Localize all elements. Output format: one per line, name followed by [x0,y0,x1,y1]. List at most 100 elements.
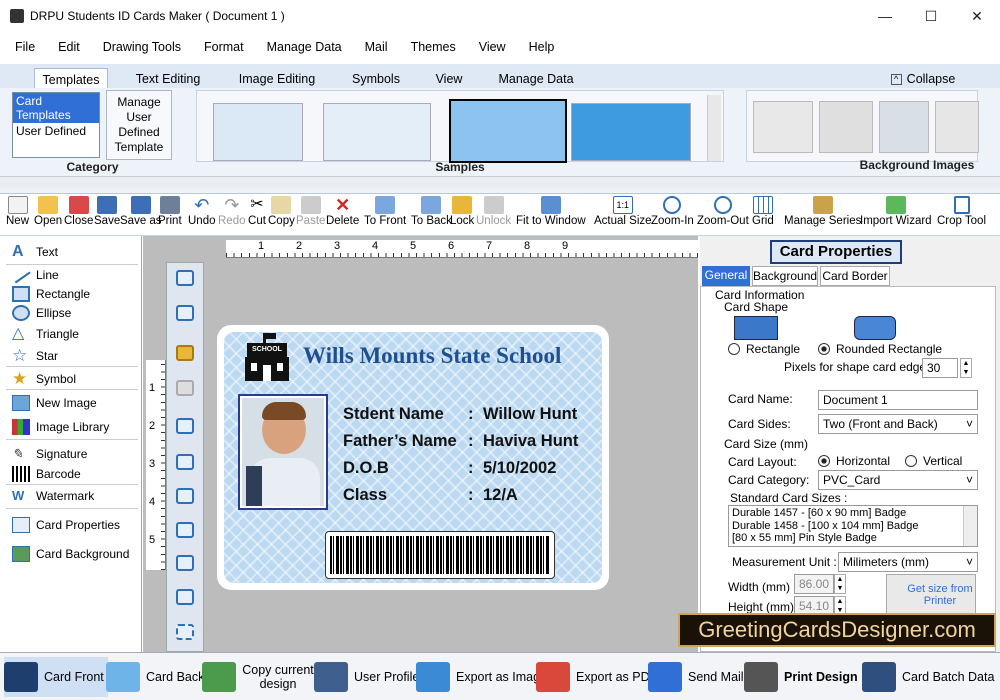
card-name-input[interactable]: Document 1 [818,390,978,410]
card-field-row[interactable]: Class:12/A [343,482,578,509]
close-button[interactable]: Close [64,196,93,227]
vtool-fit[interactable] [171,620,199,644]
vtool-center-horizontal[interactable] [171,551,199,575]
tab-symbols[interactable]: Symbols [346,68,406,90]
tool-barcode[interactable]: Barcode [12,464,81,484]
width-spinner[interactable]: ▲ ▼ [834,574,846,594]
vtool-ungroup[interactable] [171,301,199,325]
menu-help[interactable]: Help [514,40,563,54]
tool-text[interactable]: A Text [12,242,58,262]
card-sides-select[interactable]: Two (Front and Back) ˅ [818,414,978,434]
menu-file[interactable]: File [0,40,43,54]
bg-image-3[interactable] [879,101,929,153]
collapse-button[interactable]: ^ Collapse [888,68,958,90]
user-profile-button[interactable]: User Profile [314,657,419,697]
card-front-button[interactable]: Card Front [4,657,108,697]
tool-triangle[interactable]: △ Triangle [12,324,79,344]
tab-image-editing[interactable]: Image Editing [230,68,324,90]
copy-button[interactable]: Copy [268,196,295,227]
card-field-row[interactable]: Father’s Name: Haviva Hunt [343,428,578,455]
sample-template-2[interactable] [323,103,431,161]
open-button[interactable]: Open [34,196,62,227]
sample-template-1[interactable] [213,103,303,161]
menu-mail[interactable]: Mail [350,40,396,54]
vtool-unlock[interactable] [171,376,199,400]
tab-templates[interactable]: Templates [34,68,108,90]
tool-new-image[interactable]: New Image [12,393,97,413]
card-back-button[interactable]: Card Back [106,657,204,697]
to-front-button[interactable]: To Front [364,196,406,227]
close-window-button[interactable]: ✕ [954,0,1000,32]
tool-symbol[interactable]: ★ Symbol [12,369,76,389]
rectangle-shape-preview[interactable] [734,316,778,340]
zoom-out-button[interactable]: Zoom-Out [697,196,749,227]
get-size-from-printer-button[interactable]: Get size from Printer [886,574,976,616]
list-item[interactable]: Durable 1457 - [60 x 90 mm] Badge [732,507,974,520]
pixels-input[interactable]: 30 [922,358,958,378]
menu-view[interactable]: View [464,40,514,54]
zoom-in-button[interactable]: Zoom-In [651,196,694,227]
lock-button[interactable]: Lock [450,196,474,227]
tab-manage-data[interactable]: Manage Data [492,68,580,90]
category-item-user-defined[interactable]: User Defined [13,123,99,139]
card-field-row[interactable]: D.O.B:5/10/2002 [343,455,578,482]
crop-tool-button[interactable]: Crop Tool [937,196,986,227]
card-category-select[interactable]: PVC_Card ˅ [818,470,978,490]
tool-rectangle[interactable]: Rectangle [12,284,90,304]
card-field-row[interactable]: Stdent Name: Willow Hunt [343,401,578,428]
vtool-align-bottom[interactable] [171,518,199,542]
import-wizard-button[interactable]: Import Wizard [860,196,932,227]
id-card[interactable]: SCHOOL Wills Mounts State School Stdent … [217,325,609,590]
radio-rectangle[interactable]: Rectangle [728,342,800,356]
new-button[interactable]: New [6,196,29,227]
manage-series-button[interactable]: Manage Series [784,196,861,227]
list-item[interactable]: [80 x 55 mm] Pin Style Badge [732,532,974,545]
category-item-card-templates[interactable]: Card Templates [13,93,99,123]
measurement-unit-select[interactable]: Milimeters (mm) ˅ [838,552,978,572]
tool-watermark[interactable]: W Watermark [12,486,94,506]
list-scrollbar[interactable] [963,506,977,546]
manage-template-button[interactable]: Manage User Defined Template [106,90,172,160]
minimize-button[interactable]: — [862,0,908,32]
tool-ellipse[interactable]: Ellipse [12,303,71,323]
bg-image-4[interactable] [935,101,979,153]
list-item[interactable]: Durable 1458 - [100 x 104 mm] Badge [732,520,974,533]
tab-text-editing[interactable]: Text Editing [128,68,208,90]
bg-image-2[interactable] [819,101,873,153]
tab-card-border[interactable]: Card Border [820,266,890,286]
menu-themes[interactable]: Themes [396,40,464,54]
radio-vertical[interactable]: Vertical [905,454,962,468]
copy-current-design-button[interactable]: Copy current design [202,657,314,697]
save-button[interactable]: Save [94,196,120,227]
standard-sizes-list[interactable]: Durable 1457 - [60 x 90 mm] Badge Durabl… [728,505,978,547]
tool-card-properties[interactable]: Card Properties [12,515,120,535]
tool-star[interactable]: ☆ Star [12,346,58,366]
vtool-center-vertical[interactable] [171,585,199,609]
pixels-spinner[interactable]: ▲ ▼ [960,358,972,378]
barcode[interactable] [325,531,555,579]
menu-edit[interactable]: Edit [43,40,88,54]
vtool-group[interactable] [171,266,199,290]
maximize-button[interactable]: ☐ [908,0,954,32]
export-as-pdf-button[interactable]: Export as PDF [536,657,657,697]
tab-background[interactable]: Background [752,266,818,286]
grid-button[interactable]: Grid [752,196,774,227]
tool-card-background[interactable]: Card Background [12,544,129,564]
vtool-align-left[interactable] [171,414,199,438]
menu-manage-data[interactable]: Manage Data [252,40,350,54]
rounded-shape-preview[interactable] [854,316,896,340]
school-name[interactable]: Wills Mounts State School [303,343,561,369]
tab-general[interactable]: General [702,266,750,286]
width-input[interactable]: 86.00 [794,574,834,594]
actual-size-button[interactable]: 1:1 Actual Size [594,196,652,227]
tool-image-library[interactable]: Image Library [12,417,109,437]
vtool-align-top[interactable] [171,484,199,508]
ribbon-scrollbar[interactable] [0,176,1000,188]
category-list[interactable]: Card Templates User Defined [12,92,100,158]
redo-button[interactable]: ↷ Redo [218,196,246,227]
send-mail-button[interactable]: Send Mail [648,657,744,697]
print-button[interactable]: Print [158,196,182,227]
student-photo[interactable] [238,394,328,510]
bg-image-none[interactable] [753,101,813,153]
vtool-align-right[interactable] [171,450,199,474]
